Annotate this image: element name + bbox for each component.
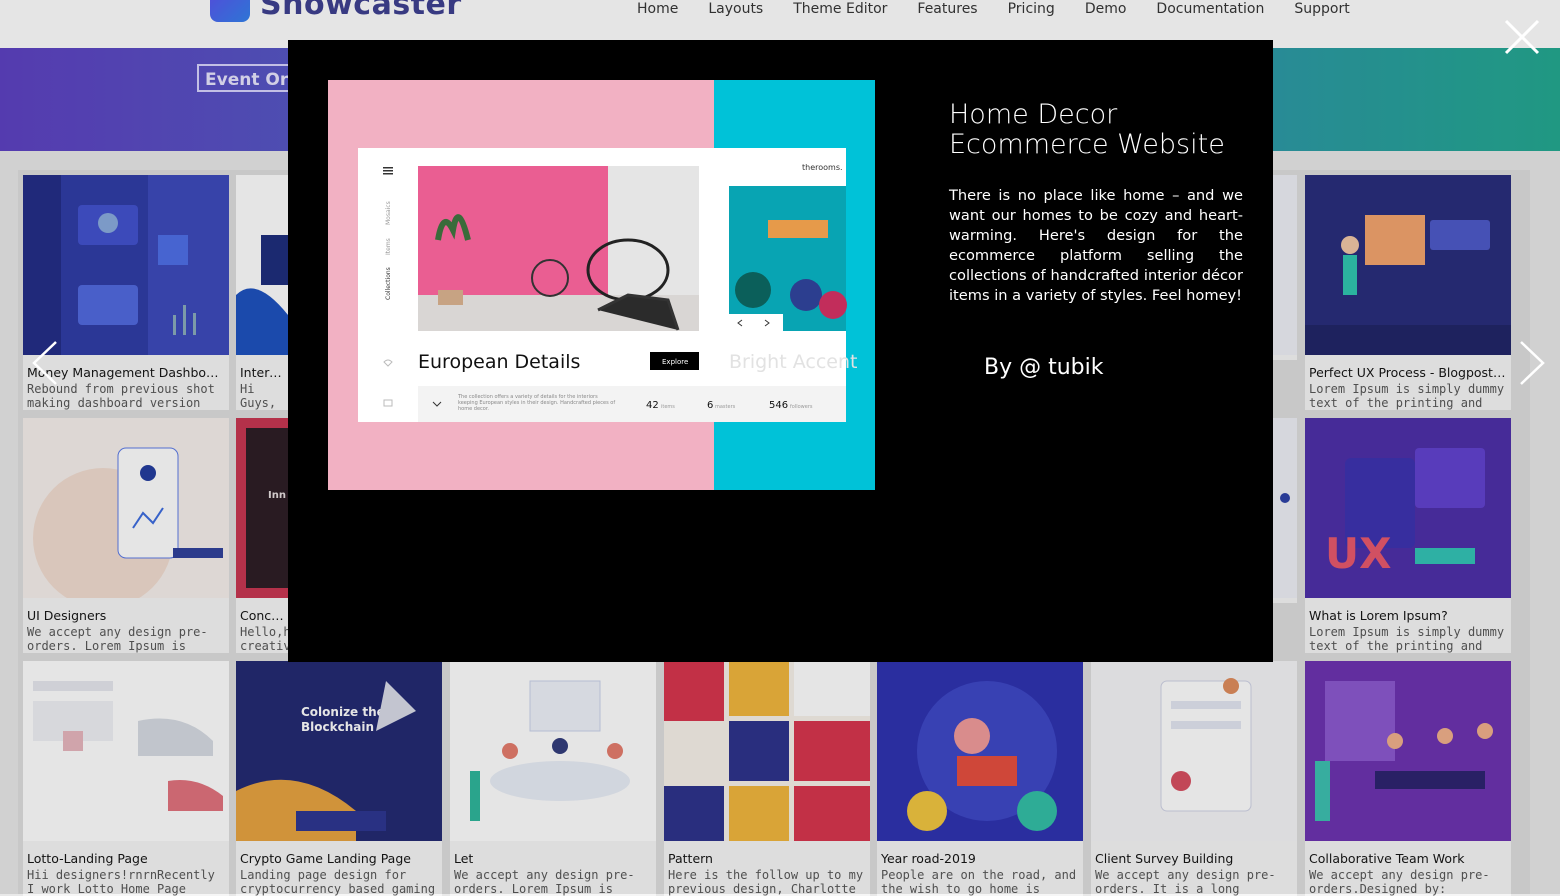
previous-button[interactable] (30, 340, 60, 386)
mock-blurb: The collection offers a variety of detai… (458, 394, 616, 412)
mock-menu-icon (383, 167, 393, 175)
mock-nav-3: Collections (385, 267, 392, 300)
chevron-right-icon (1520, 341, 1545, 385)
close-button[interactable] (1502, 17, 1542, 57)
mock-stat3-label: followers (790, 404, 813, 410)
mock-stat1-value: 42 (646, 400, 659, 411)
modal-title-line1: Home Decor (949, 99, 1118, 130)
chevron-left-icon (32, 341, 57, 385)
modal-title-line2: Ecommerce Website (949, 129, 1225, 160)
preview-image: Mosaics Items Collections therooms. Euro… (328, 80, 875, 490)
mock-nav-1: Mosaics (385, 201, 392, 225)
mock-stat2-value: 6 (707, 400, 713, 411)
lightbox-modal: Mosaics Items Collections therooms. Euro… (288, 40, 1273, 662)
close-icon (1504, 19, 1540, 55)
next-button[interactable] (1517, 340, 1547, 386)
mock-stat2-label: masters (715, 404, 736, 410)
mock-explore-button: Explore (662, 358, 688, 366)
mock-heading: European Details (418, 351, 580, 373)
mock-stat3-value: 546 (769, 400, 788, 411)
modal-description: There is no place like home – and we wan… (949, 187, 1243, 304)
modal-title: Home Decor Ecommerce Website (949, 100, 1249, 160)
mock-next-heading: Bright Accent (729, 351, 857, 373)
mock-stat1-label: items (661, 404, 675, 410)
mock-brand: therooms. (802, 163, 843, 172)
modal-author[interactable]: By @ tubik (984, 355, 1104, 380)
mock-nav-2: Items (385, 238, 392, 255)
